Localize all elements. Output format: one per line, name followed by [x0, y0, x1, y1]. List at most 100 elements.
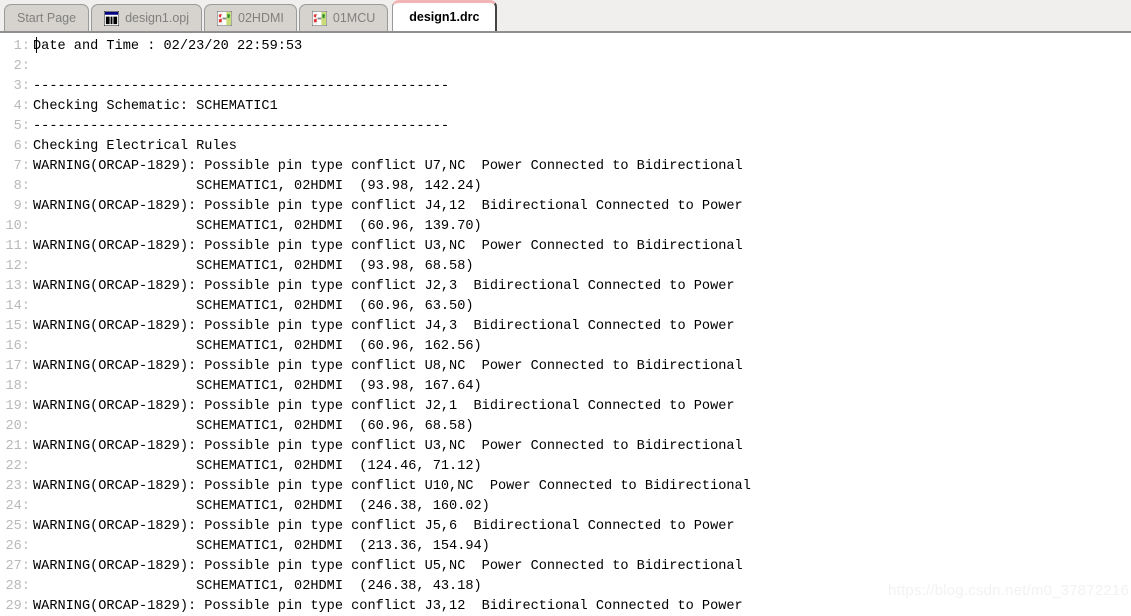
line-text: WARNING(ORCAP-1829): Possible pin type c…	[33, 399, 735, 414]
line-text: SCHEMATIC1, 02HDMI (124.46, 71.12)	[33, 459, 482, 474]
report-line: 4: Checking Schematic: SCHEMATIC1	[0, 97, 1131, 117]
line-text: WARNING(ORCAP-1829): Possible pin type c…	[33, 279, 735, 294]
schematic-icon	[311, 10, 327, 26]
report-line: 6: Checking Electrical Rules	[0, 137, 1131, 157]
report-line: 15: WARNING(ORCAP-1829): Possible pin typ…	[0, 317, 1131, 337]
report-line: 27: WARNING(ORCAP-1829): Possible pin typ…	[0, 557, 1131, 577]
line-number: 17:	[5, 359, 30, 374]
schematic-icon	[217, 10, 233, 26]
tab-01mcu[interactable]: 01MCU	[298, 4, 389, 31]
report-line: 22: SCHEMATIC1, 02HDMI (124.46, 71.12)	[0, 457, 1131, 477]
line-text: SCHEMATIC1, 02HDMI (60.96, 63.50)	[33, 299, 474, 314]
tab-label: design1.drc	[409, 9, 480, 24]
tab-design1-opj[interactable]: design1.opj	[91, 4, 203, 31]
line-number: 23:	[5, 479, 30, 494]
line-number: 12:	[5, 259, 30, 274]
report-line: 19: WARNING(ORCAP-1829): Possible pin typ…	[0, 397, 1131, 417]
line-text: SCHEMATIC1, 02HDMI (60.96, 162.56)	[33, 339, 482, 354]
report-line-list: 1: Date and Time : 02/23/20 22:59:53 2: 3: -…	[0, 37, 1131, 616]
text-caret	[36, 37, 37, 53]
line-number: 3:	[13, 79, 30, 94]
line-text: SCHEMATIC1, 02HDMI (246.38, 160.02)	[33, 499, 490, 514]
line-number: 4:	[13, 99, 30, 114]
line-text: SCHEMATIC1, 02HDMI (213.36, 154.94)	[33, 539, 490, 554]
line-text: WARNING(ORCAP-1829): Possible pin type c…	[33, 319, 735, 334]
line-number: 27:	[5, 559, 30, 574]
line-text: ----------------------------------------…	[33, 79, 450, 94]
line-text: WARNING(ORCAP-1829): Possible pin type c…	[33, 519, 735, 534]
line-number: 7:	[13, 159, 30, 174]
line-text: Date and Time : 02/23/20 22:59:53	[33, 39, 303, 54]
report-line: 5: --------------------------------------…	[0, 117, 1131, 137]
report-line: 13: WARNING(ORCAP-1829): Possible pin typ…	[0, 277, 1131, 297]
report-line: 2:	[0, 57, 1131, 77]
report-line: 14: SCHEMATIC1, 02HDMI (60.96, 63.50)	[0, 297, 1131, 317]
report-line: 16: SCHEMATIC1, 02HDMI (60.96, 162.56)	[0, 337, 1131, 357]
line-number: 18:	[5, 379, 30, 394]
drc-report-editor[interactable]: 1: Date and Time : 02/23/20 22:59:53 2: 3: -…	[0, 33, 1131, 616]
line-text: SCHEMATIC1, 02HDMI (246.38, 43.18)	[33, 579, 482, 594]
tab-label: Start Page	[17, 10, 77, 25]
report-line: 20: SCHEMATIC1, 02HDMI (60.96, 68.58)	[0, 417, 1131, 437]
report-line: 3: --------------------------------------…	[0, 77, 1131, 97]
line-text: WARNING(ORCAP-1829): Possible pin type c…	[33, 559, 743, 574]
line-text: WARNING(ORCAP-1829): Possible pin type c…	[33, 359, 743, 374]
report-line: 12: SCHEMATIC1, 02HDMI (93.98, 68.58)	[0, 257, 1131, 277]
line-number: 19:	[5, 399, 30, 414]
line-number: 21:	[5, 439, 30, 454]
line-number: 26:	[5, 539, 30, 554]
line-number: 2:	[13, 59, 30, 74]
report-line: 25: WARNING(ORCAP-1829): Possible pin typ…	[0, 517, 1131, 537]
line-text: SCHEMATIC1, 02HDMI (93.98, 142.24)	[33, 179, 482, 194]
line-number: 11:	[5, 239, 30, 254]
report-line: 17: WARNING(ORCAP-1829): Possible pin typ…	[0, 357, 1131, 377]
line-number: 15:	[5, 319, 30, 334]
line-number: 6:	[13, 139, 30, 154]
line-text: SCHEMATIC1, 02HDMI (60.96, 68.58)	[33, 419, 474, 434]
report-line: 26: SCHEMATIC1, 02HDMI (213.36, 154.94)	[0, 537, 1131, 557]
line-text: SCHEMATIC1, 02HDMI (93.98, 68.58)	[33, 259, 474, 274]
report-line: 8: SCHEMATIC1, 02HDMI (93.98, 142.24)	[0, 177, 1131, 197]
line-text: WARNING(ORCAP-1829): Possible pin type c…	[33, 199, 743, 214]
line-number: 22:	[5, 459, 30, 474]
report-line: 28: SCHEMATIC1, 02HDMI (246.38, 43.18)	[0, 577, 1131, 597]
line-text: WARNING(ORCAP-1829): Possible pin type c…	[33, 159, 743, 174]
line-number: 5:	[13, 119, 30, 134]
report-line: 29: WARNING(ORCAP-1829): Possible pin typ…	[0, 597, 1131, 616]
tab-label: 02HDMI	[238, 10, 284, 25]
line-number: 24:	[5, 499, 30, 514]
report-line: 11: WARNING(ORCAP-1829): Possible pin typ…	[0, 237, 1131, 257]
line-number: 20:	[5, 419, 30, 434]
line-text: SCHEMATIC1, 02HDMI (60.96, 139.70)	[33, 219, 482, 234]
report-line: 18: SCHEMATIC1, 02HDMI (93.98, 167.64)	[0, 377, 1131, 397]
line-text: WARNING(ORCAP-1829): Possible pin type c…	[33, 439, 743, 454]
report-line: 7: WARNING(ORCAP-1829): Possible pin type…	[0, 157, 1131, 177]
tab-02hdmi[interactable]: 02HDMI	[204, 4, 297, 31]
line-text: WARNING(ORCAP-1829): Possible pin type c…	[33, 239, 743, 254]
report-line: 1: Date and Time : 02/23/20 22:59:53	[0, 37, 1131, 57]
report-line: 21: WARNING(ORCAP-1829): Possible pin typ…	[0, 437, 1131, 457]
line-number: 28:	[5, 579, 30, 594]
line-number: 8:	[13, 179, 30, 194]
tab-design1-drc[interactable]: design1.drc	[392, 0, 498, 31]
line-number: 13:	[5, 279, 30, 294]
line-number: 14:	[5, 299, 30, 314]
report-line: 9: WARNING(ORCAP-1829): Possible pin type…	[0, 197, 1131, 217]
line-text: WARNING(ORCAP-1829): Possible pin type c…	[33, 599, 743, 614]
line-number: 10:	[5, 219, 30, 234]
line-text: SCHEMATIC1, 02HDMI (93.98, 167.64)	[33, 379, 482, 394]
line-text: WARNING(ORCAP-1829): Possible pin type c…	[33, 479, 751, 494]
line-number: 9:	[13, 199, 30, 214]
report-line: 24: SCHEMATIC1, 02HDMI (246.38, 160.02)	[0, 497, 1131, 517]
tab-bar: Start Page design1.opj 02HDMI 01MCU design1.…	[0, 0, 1131, 33]
line-text: Checking Electrical Rules	[33, 139, 237, 154]
project-icon	[104, 10, 120, 26]
line-text: Checking Schematic: SCHEMATIC1	[33, 99, 278, 114]
tab-label: 01MCU	[332, 10, 376, 25]
line-number: 16:	[5, 339, 30, 354]
tab-start-page[interactable]: Start Page	[4, 4, 90, 31]
line-text: ----------------------------------------…	[33, 119, 450, 134]
report-line: 23: WARNING(ORCAP-1829): Possible pin typ…	[0, 477, 1131, 497]
line-number: 1:	[13, 39, 30, 54]
line-number: 25:	[5, 519, 30, 534]
